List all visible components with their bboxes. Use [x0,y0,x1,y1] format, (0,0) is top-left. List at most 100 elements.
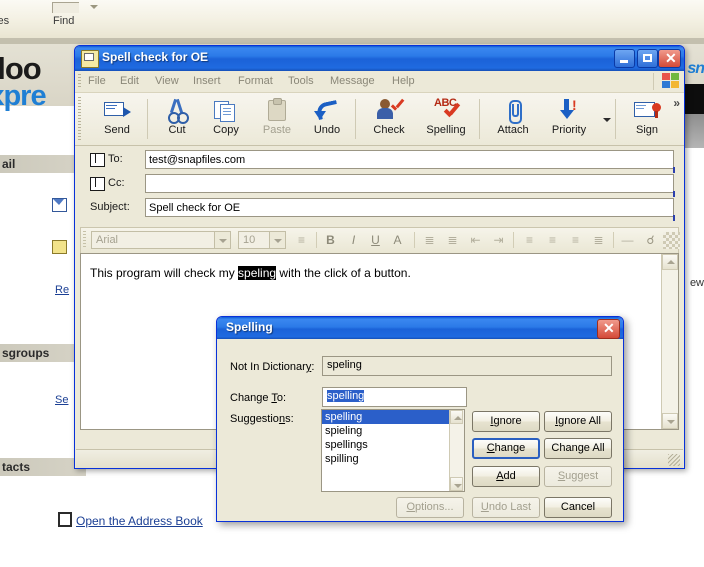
paste-icon [263,97,291,123]
minimize-button[interactable] [614,49,635,68]
change-all-button[interactable]: Change All [544,438,612,459]
resize-grip[interactable] [668,454,680,466]
menu-tools[interactable]: Tools [288,75,314,87]
sign-button[interactable]: Sign [623,95,671,136]
cut-icon [163,97,191,124]
menu-view[interactable]: View [155,75,179,87]
add-button[interactable]: Add [472,466,540,487]
menu-help[interactable]: Help [392,75,415,87]
compose-title-bar[interactable]: Spell check for OE ✕ [75,46,684,71]
copy-button[interactable]: Copy [202,95,250,136]
cc-input[interactable] [145,174,674,193]
increase-indent-button[interactable]: ⇥ [490,232,507,249]
font-size-combo[interactable]: 10 [238,231,286,249]
unordered-list-button[interactable]: ≣ [444,232,461,249]
list-item[interactable]: spelling [322,410,464,424]
suggestions-scrollbar[interactable] [449,410,464,491]
oe-link-setup-account[interactable]: Se [55,394,68,406]
align-center-button[interactable]: ≡ [544,232,561,249]
horizontal-rule-button[interactable]: — [619,232,636,249]
send-label: Send [104,124,130,136]
menu-edit[interactable]: Edit [120,75,139,87]
align-right-button[interactable]: ≡ [567,232,584,249]
to-input[interactable]: test@snapfiles.com [145,150,674,169]
undo-button[interactable]: Undo [303,95,351,136]
subject-field-marker [673,215,675,221]
oe-link-read-mail[interactable]: Re [55,284,69,296]
subject-input[interactable]: Spell check for OE [145,198,674,217]
menu-insert[interactable]: Insert [193,75,221,87]
priority-dropdown-arrow-icon[interactable] [603,118,611,122]
check-label: Check [373,124,405,136]
ignore-button[interactable]: Ignore [472,411,540,432]
oe-toolbar-addresses-label[interactable]: ses [0,15,9,27]
oe-toolbar-find-label[interactable]: Find [53,15,74,27]
oe-toolbar-button-icon[interactable] [52,2,79,13]
scroll-down-button[interactable] [662,413,678,429]
list-item[interactable]: spellings [322,438,464,452]
menu-message[interactable]: Message [330,75,375,87]
suggestions-list[interactable]: spelling spieling spellings spilling [321,409,465,492]
bold-button[interactable]: B [322,232,339,249]
toolbar-separator-3 [479,99,480,139]
insert-link-button[interactable]: ☌ [642,232,659,249]
underline-button[interactable]: U [367,232,384,249]
list-item[interactable]: spilling [322,452,464,466]
scroll-up-button[interactable] [662,254,678,270]
menu-file[interactable]: File [88,75,106,87]
maximize-button[interactable] [637,49,658,68]
chevron-down-icon[interactable] [90,5,98,9]
body-text-before: This program will check my [90,266,239,280]
toolbar-overflow-chevron-icon[interactable]: » [673,96,680,110]
paperclip-icon [499,97,527,124]
not-in-dictionary-field[interactable]: speling [322,356,612,376]
message-body-text[interactable]: This program will check my speling with … [90,266,411,280]
spelling-close-button[interactable]: ✕ [597,319,620,339]
cut-button[interactable]: Cut [155,95,199,136]
compose-header-fields: To: test@snapfiles.com Cc: Subject: Spel… [75,146,684,224]
copy-icon [212,97,240,123]
font-name-combo[interactable]: Arial [91,231,231,249]
check-names-button[interactable]: Check [363,95,415,136]
cancel-button[interactable]: Cancel [544,497,612,518]
oe-link-open-address-book[interactable]: Open the Address Book [76,514,203,528]
address-book-icon[interactable] [90,177,105,191]
change-to-input[interactable]: spelling [322,387,467,407]
undo-last-button: Undo Last [472,497,540,518]
send-button[interactable]: Send [89,95,145,136]
attach-label: Attach [497,124,529,136]
body-vertical-scrollbar[interactable] [661,254,678,429]
justify-button[interactable]: ≣ [590,232,607,249]
attach-button[interactable]: Attach [487,95,539,136]
change-button[interactable]: Change [472,438,540,459]
ignore-all-button[interactable]: Ignore All [544,411,612,432]
format-separator-2 [414,232,415,248]
misspelled-word-selection: speling [238,266,277,280]
ordered-list-button[interactable]: ≣ [421,232,438,249]
font-color-button[interactable]: A [389,232,406,249]
spelling-button[interactable]: ABC Spelling [417,95,475,136]
toolbar-grip[interactable] [78,97,81,141]
italic-button[interactable]: I [345,232,362,249]
compose-window-title: Spell check for OE [102,50,209,64]
spelling-title-bar[interactable]: Spelling ✕ [217,317,623,339]
scroll-up-button[interactable] [450,410,463,424]
envelope-icon [52,198,67,212]
menu-format[interactable]: Format [238,75,273,87]
chevron-down-icon[interactable] [269,232,285,248]
menubar-grip[interactable] [78,74,81,89]
scroll-down-button[interactable] [450,477,463,491]
priority-arrow-icon: ! [555,97,583,123]
format-separator-4 [613,232,614,248]
address-book-icon[interactable] [90,153,105,167]
list-item[interactable]: spieling [322,424,464,438]
priority-button[interactable]: ! Priority [541,95,597,136]
format-toolbar-grip[interactable] [83,231,86,249]
insert-image-button[interactable] [663,232,680,249]
windows-flag-icon [662,73,680,90]
decrease-indent-button[interactable]: ⇤ [467,232,484,249]
chevron-down-icon[interactable] [214,232,230,248]
close-button[interactable]: ✕ [658,49,681,68]
paragraph-style-button[interactable]: ≡ [293,232,310,249]
align-left-button[interactable]: ≡ [521,232,538,249]
